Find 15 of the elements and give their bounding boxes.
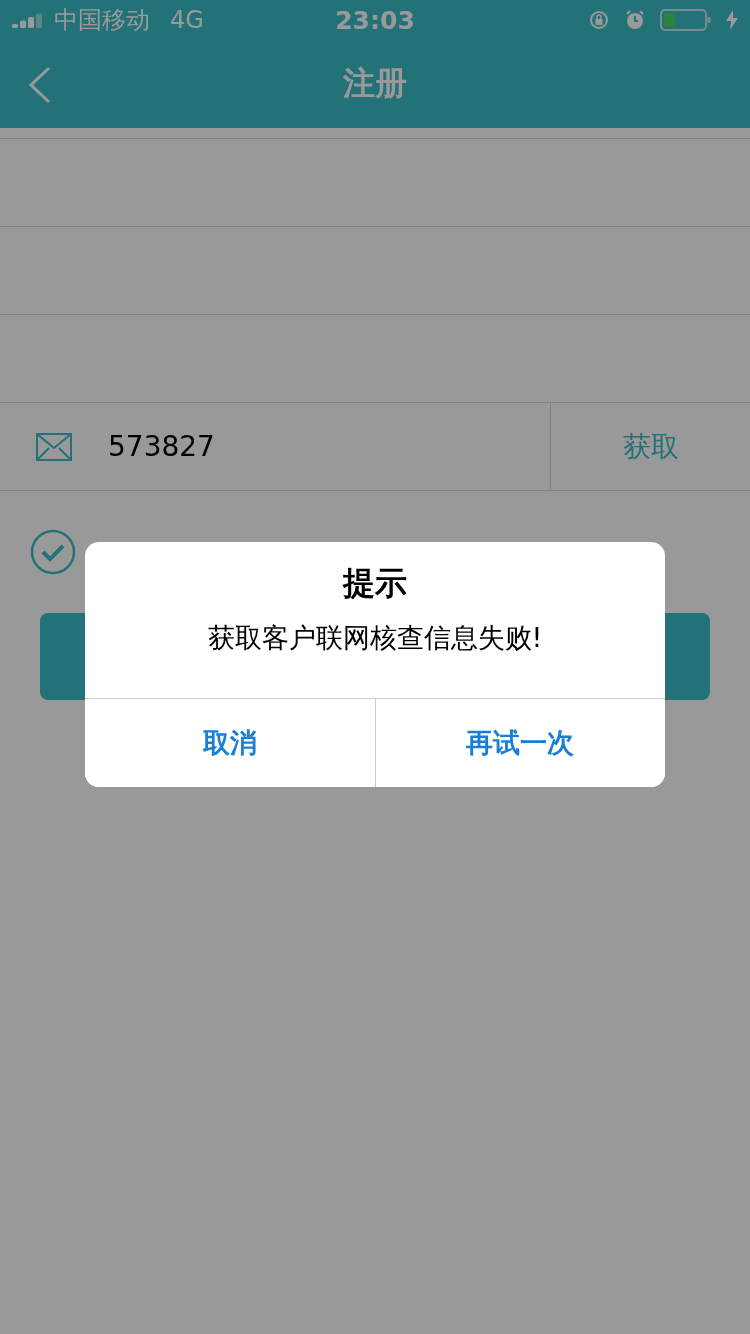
checkbox[interactable] (30, 529, 76, 575)
envelope-icon (36, 432, 72, 461)
page-title: 注册 (343, 63, 407, 104)
dialog-button[interactable]: 再试一次 (374, 699, 665, 787)
alarm-icon (624, 9, 646, 31)
dialog-title: 提示 (341, 563, 408, 604)
carrier-label: 中国移动 (54, 5, 150, 36)
clock-time: 23:03 (335, 5, 415, 35)
rotation-lock-icon (588, 9, 610, 31)
back-button[interactable] (28, 66, 52, 104)
network-label: 4G (170, 6, 204, 34)
charging-icon (726, 10, 738, 30)
code-field[interactable]: 573827 (108, 430, 550, 463)
dialog-message: 获取客户联网核查信息失败! (206, 621, 544, 655)
battery-icon (660, 9, 712, 31)
